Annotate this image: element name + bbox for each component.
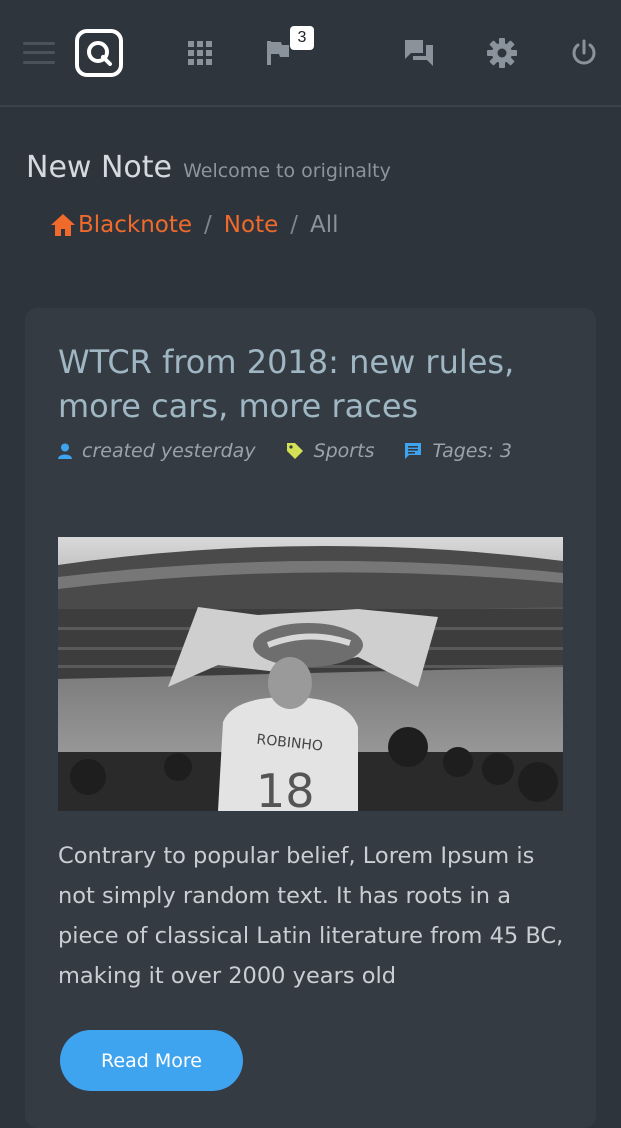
page-title: New Note bbox=[26, 150, 172, 185]
page-heading: New Note Welcome to originalty bbox=[26, 150, 391, 185]
post-title[interactable]: WTCR from 2018: new rules, more cars, mo… bbox=[58, 340, 558, 428]
gear-icon[interactable] bbox=[486, 0, 518, 105]
post-meta: created yesterday Sports Tages: 3 bbox=[58, 440, 542, 462]
logo-icon[interactable] bbox=[74, 0, 124, 105]
power-icon[interactable] bbox=[568, 0, 600, 105]
flag-icon[interactable] bbox=[262, 0, 294, 105]
breadcrumb-item-blacknote[interactable]: Blacknote bbox=[78, 212, 192, 238]
read-more-button[interactable]: Read More bbox=[60, 1030, 243, 1091]
meta-author: created yesterday bbox=[58, 440, 256, 462]
meta-tags: Tages: 3 bbox=[404, 440, 512, 462]
apps-grid-icon[interactable] bbox=[186, 0, 214, 105]
breadcrumb-separator: / bbox=[290, 212, 298, 238]
page-subtitle: Welcome to originalty bbox=[183, 160, 391, 182]
breadcrumb-item-note[interactable]: Note bbox=[224, 212, 278, 238]
notification-badge: 3 bbox=[290, 26, 314, 50]
post-body: Contrary to popular belief, Lorem Ipsum … bbox=[58, 843, 564, 989]
meta-tags-label: Tages: 3 bbox=[432, 440, 512, 462]
svg-text:18: 18 bbox=[256, 764, 315, 811]
home-icon bbox=[51, 214, 75, 236]
breadcrumb: Blacknote / Note / All bbox=[50, 212, 339, 238]
chat-icon[interactable] bbox=[402, 0, 436, 105]
menu-icon[interactable] bbox=[22, 0, 56, 105]
top-navbar: 3 bbox=[0, 0, 621, 107]
breadcrumb-item-current: All bbox=[310, 212, 339, 238]
comment-icon bbox=[405, 443, 422, 459]
user-icon bbox=[58, 443, 72, 459]
meta-category-label: Sports bbox=[313, 440, 375, 462]
meta-category[interactable]: Sports bbox=[286, 440, 375, 462]
post-image: ROBINHO 18 bbox=[58, 537, 563, 811]
meta-created: created yesterday bbox=[82, 440, 256, 462]
tag-icon bbox=[286, 443, 303, 459]
breadcrumb-separator: / bbox=[204, 212, 212, 238]
